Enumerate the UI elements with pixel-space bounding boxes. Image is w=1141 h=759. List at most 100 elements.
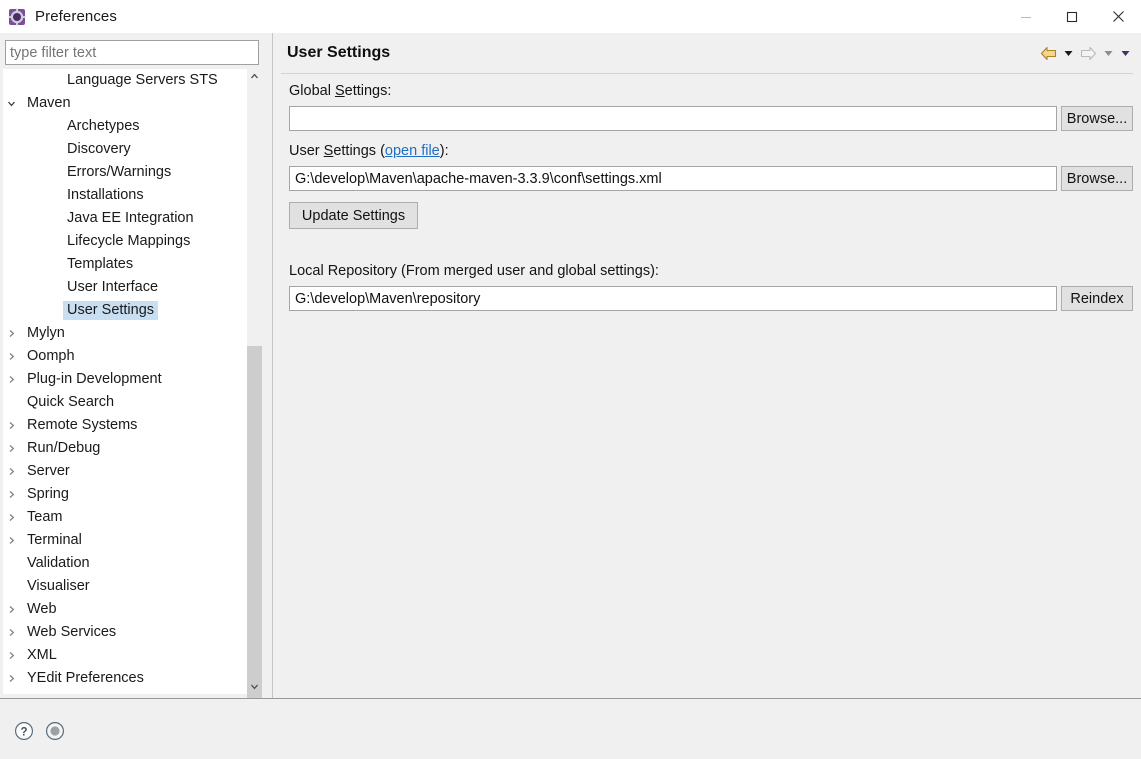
sidebar-item-server[interactable]: Server: [3, 460, 243, 483]
title-bar: Preferences: [0, 0, 1141, 33]
chevron-right-icon[interactable]: [3, 375, 19, 384]
sidebar-item-label: Installations: [67, 187, 144, 203]
sidebar-item-label: Web: [27, 601, 57, 617]
user-settings-input[interactable]: [289, 166, 1057, 191]
chevron-right-icon[interactable]: [3, 421, 19, 430]
sidebar-item-label: Quick Search: [27, 394, 115, 410]
window-controls: [1003, 0, 1141, 33]
page-nav-icons: [1038, 43, 1132, 63]
sidebar-item-label: Terminal: [27, 532, 82, 548]
sidebar-item-user-settings[interactable]: User Settings: [3, 299, 243, 322]
update-settings-button[interactable]: Update Settings: [289, 202, 418, 229]
sidebar-item-java-ee-integration[interactable]: Java EE Integration: [3, 207, 243, 230]
chevron-right-icon[interactable]: [3, 674, 19, 683]
dialog-footer: ? Apply and Close Cancel https://blog.cs…: [0, 699, 1141, 759]
sidebar-item-validation[interactable]: Validation: [3, 552, 243, 575]
global-settings-browse-button[interactable]: Browse...: [1061, 106, 1133, 131]
sidebar-item-visualiser[interactable]: Visualiser: [3, 575, 243, 598]
preferences-tree-panel: Language Servers STS Maven Archetypes Disco…: [0, 33, 265, 713]
chevron-right-icon[interactable]: [3, 536, 19, 545]
user-settings-label-post: ):: [439, 143, 449, 159]
back-menu-chevron-down-icon[interactable]: [1061, 43, 1075, 63]
chevron-right-icon[interactable]: [3, 467, 19, 476]
sidebar-item-label: Errors/Warnings: [67, 164, 172, 180]
sidebar-item-label: Maven: [27, 95, 71, 111]
sidebar-item-spring[interactable]: Spring: [3, 483, 243, 506]
global-settings-input[interactable]: [289, 106, 1057, 131]
sidebar-item-quick-search[interactable]: Quick Search: [3, 391, 243, 414]
chevron-right-icon[interactable]: [3, 490, 19, 499]
circle-icon[interactable]: [45, 721, 65, 741]
sidebar-item-label: Oomph: [27, 348, 75, 364]
sidebar-item-label: User Interface: [67, 279, 159, 295]
sidebar-item-label: Team: [27, 509, 63, 525]
view-menu-chevron-down-icon[interactable]: [1118, 43, 1132, 63]
tree-scrollbar[interactable]: [247, 69, 262, 713]
sidebar-item-label: Spring: [27, 486, 69, 502]
chevron-right-icon[interactable]: [3, 329, 19, 338]
sidebar-item-label: Web Services: [27, 624, 117, 640]
chevron-right-icon[interactable]: [3, 651, 19, 660]
chevron-right-icon[interactable]: [3, 444, 19, 453]
sidebar-item-maven[interactable]: Maven: [3, 92, 243, 115]
filter-input[interactable]: [5, 40, 259, 65]
global-settings-label-pre: Global: [289, 83, 335, 99]
sidebar-item-label: User Settings: [63, 301, 159, 320]
sidebar-item-lifecycle-mappings[interactable]: Lifecycle Mappings: [3, 230, 243, 253]
sidebar-item-label: Remote Systems: [27, 417, 138, 433]
forward-arrow-icon: [1078, 43, 1098, 63]
chevron-right-icon[interactable]: [3, 605, 19, 614]
user-settings-browse-button[interactable]: Browse...: [1061, 166, 1133, 191]
global-settings-label-post: ettings:: [344, 83, 392, 99]
sidebar-item-plug-in-development[interactable]: Plug-in Development: [3, 368, 243, 391]
close-icon[interactable]: [1095, 0, 1141, 33]
forward-menu-chevron-down-icon: [1101, 43, 1115, 63]
sidebar-item-templates[interactable]: Templates: [3, 253, 243, 276]
sidebar-item-team[interactable]: Team: [3, 506, 243, 529]
chevron-down-icon[interactable]: [3, 99, 19, 108]
local-repository-input[interactable]: [289, 286, 1057, 311]
settings-content-panel: User Settings Global Settings: Browse...…: [272, 33, 1141, 726]
user-settings-mnemonic: S: [323, 143, 334, 159]
sidebar-item-label: Run/Debug: [27, 440, 101, 456]
sidebar-item-label: YEdit Preferences: [27, 670, 144, 686]
sidebar-item-web-services[interactable]: Web Services: [3, 621, 243, 644]
sidebar-item-run-debug[interactable]: Run/Debug: [3, 437, 243, 460]
preferences-tree[interactable]: Language Servers STS Maven Archetypes Disco…: [3, 69, 260, 694]
chevron-right-icon[interactable]: [3, 513, 19, 522]
chevron-down-icon[interactable]: [247, 679, 262, 694]
sidebar-item-yedit-preferences[interactable]: YEdit Preferences: [3, 667, 243, 690]
sidebar-item-archetypes[interactable]: Archetypes: [3, 115, 243, 138]
sidebar-item-user-interface[interactable]: User Interface: [3, 276, 243, 299]
sidebar-item-errors-warnings[interactable]: Errors/Warnings: [3, 161, 243, 184]
sidebar-item-label: Server: [27, 463, 70, 479]
sidebar-item-terminal[interactable]: Terminal: [3, 529, 243, 552]
sidebar-item-installations[interactable]: Installations: [3, 184, 243, 207]
sidebar-item-oomph[interactable]: Oomph: [3, 345, 243, 368]
reindex-button[interactable]: Reindex: [1061, 286, 1133, 311]
sidebar-item-language-servers-sts[interactable]: Language Servers STS: [3, 69, 243, 92]
sidebar-item-mylyn[interactable]: Mylyn: [3, 322, 243, 345]
open-file-link[interactable]: open file: [385, 143, 440, 159]
preferences-dialog: Preferences Language S: [0, 0, 1141, 759]
help-icon[interactable]: ?: [14, 721, 34, 741]
sidebar-item-xml[interactable]: XML: [3, 644, 243, 667]
sidebar-item-label: Plug-in Development: [27, 371, 162, 387]
sidebar-item-remote-systems[interactable]: Remote Systems: [3, 414, 243, 437]
global-settings-mnemonic: S: [334, 83, 345, 99]
minimize-icon[interactable]: [1003, 0, 1049, 33]
chevron-right-icon[interactable]: [3, 628, 19, 637]
chevron-up-icon[interactable]: [247, 69, 262, 84]
page-header: User Settings: [273, 33, 1141, 73]
sidebar-item-label: Validation: [27, 555, 90, 571]
scrollbar-thumb[interactable]: [247, 346, 262, 713]
local-repository-label: Local Repository (From merged user and g…: [289, 263, 659, 279]
sidebar-item-web[interactable]: Web: [3, 598, 243, 621]
maximize-icon[interactable]: [1049, 0, 1095, 33]
back-arrow-icon[interactable]: [1038, 43, 1058, 63]
user-settings-label-pre: User: [289, 143, 324, 159]
chevron-right-icon[interactable]: [3, 352, 19, 361]
sidebar-item-discovery[interactable]: Discovery: [3, 138, 243, 161]
user-settings-label: User Settings (open file):: [289, 143, 449, 159]
sidebar-item-label: Java EE Integration: [67, 210, 194, 226]
